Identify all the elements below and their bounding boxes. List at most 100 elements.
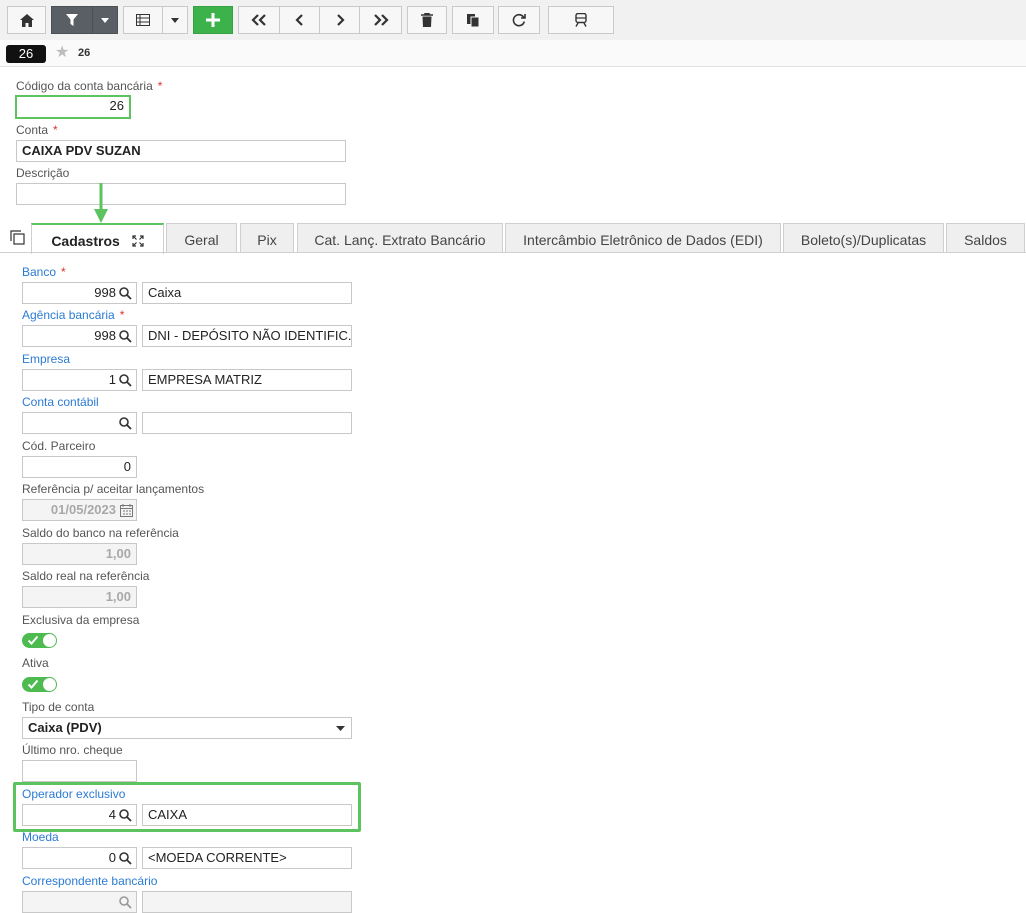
tab-geral[interactable]: Geral xyxy=(166,223,237,253)
first-record-button[interactable] xyxy=(238,6,280,34)
tab-divider xyxy=(0,252,1026,253)
search-icon[interactable] xyxy=(119,287,132,300)
favorite-count: 26 xyxy=(78,47,91,59)
empresa-name-field[interactable]: EMPRESA MATRIZ xyxy=(142,369,352,391)
tipo-conta-label: Tipo de conta xyxy=(22,700,95,714)
ativa-label: Ativa xyxy=(22,656,49,670)
descricao-field[interactable] xyxy=(16,183,346,205)
banco-code-field[interactable]: 998 xyxy=(22,282,137,304)
search-icon[interactable] xyxy=(119,852,132,865)
filter-icon xyxy=(66,14,78,26)
trash-icon xyxy=(421,13,433,27)
tab-cadastros[interactable]: Cadastros xyxy=(31,223,164,254)
check-icon xyxy=(27,679,39,689)
correspondente-name-field xyxy=(142,891,352,913)
caret-down-icon xyxy=(336,726,345,731)
caret-down-icon xyxy=(171,17,179,23)
conta-contabil-name-field[interactable] xyxy=(142,412,352,434)
conta-contabil-code-field[interactable] xyxy=(22,412,137,434)
toggle-knob xyxy=(43,634,56,647)
grid-icon xyxy=(136,14,150,26)
search-icon[interactable] xyxy=(119,809,132,822)
operador-name-field[interactable]: CAIXA xyxy=(142,804,352,826)
refresh-icon xyxy=(512,13,526,27)
caret-down-icon xyxy=(101,17,109,23)
moeda-label[interactable]: Moeda xyxy=(22,830,59,844)
next-record-button[interactable] xyxy=(319,6,360,34)
descricao-label: Descrição xyxy=(16,166,70,180)
referencia-date-field: 01/05/2023 xyxy=(22,499,137,521)
record-bar xyxy=(0,40,1026,67)
saldo-real-label: Saldo real na referência xyxy=(22,569,150,583)
filter-button[interactable] xyxy=(51,6,93,34)
cod-parceiro-field[interactable]: 0 xyxy=(22,456,137,478)
double-chevron-right-icon xyxy=(373,14,389,26)
toggle-knob xyxy=(43,678,56,691)
grid-dropdown-button[interactable] xyxy=(162,6,188,34)
refresh-button[interactable] xyxy=(498,6,540,34)
star-icon[interactable]: ★ xyxy=(55,44,69,62)
filter-dropdown-button[interactable] xyxy=(92,6,118,34)
annotation-arrow-icon xyxy=(94,183,108,223)
delete-button[interactable] xyxy=(407,6,447,34)
search-icon[interactable] xyxy=(119,330,132,343)
agencia-name-field[interactable]: DNI - DEPÓSITO NÃO IDENTIFIC. xyxy=(142,325,352,347)
home-icon xyxy=(19,13,34,27)
saldo-banco-field: 1,00 xyxy=(22,543,137,565)
codigo-field[interactable]: 26 xyxy=(15,95,131,119)
correspondente-code-field xyxy=(22,891,137,913)
banco-name-field[interactable]: Caixa xyxy=(142,282,352,304)
moeda-name-field[interactable]: <MOEDA CORRENTE> xyxy=(142,847,352,869)
tab-bar: Cadastros Geral Pix Cat. Lanç. Extrato B… xyxy=(0,223,1026,254)
duplicate-button[interactable] xyxy=(452,6,494,34)
agencia-label[interactable]: Agência bancária * xyxy=(22,308,124,322)
tab-pix[interactable]: Pix xyxy=(240,223,294,253)
tab-saldos[interactable]: Saldos xyxy=(946,223,1025,253)
agencia-code-field[interactable]: 998 xyxy=(22,325,137,347)
expand-icon[interactable] xyxy=(132,235,144,247)
empresa-label[interactable]: Empresa xyxy=(22,352,70,366)
previous-record-button[interactable] xyxy=(279,6,320,34)
exclusiva-toggle[interactable] xyxy=(22,633,57,648)
ativa-toggle[interactable] xyxy=(22,677,57,692)
empresa-code-field[interactable]: 1 xyxy=(22,369,137,391)
conta-field[interactable]: CAIXA PDV SUZAN xyxy=(16,140,346,162)
search-icon[interactable] xyxy=(119,417,132,430)
banco-label[interactable]: Banco * xyxy=(22,265,66,279)
grid-view-button[interactable] xyxy=(123,6,163,34)
chevron-right-icon xyxy=(336,14,345,26)
calendar-icon[interactable] xyxy=(120,504,133,517)
operador-label[interactable]: Operador exclusivo xyxy=(22,787,125,801)
ultimo-cheque-label: Último nro. cheque xyxy=(22,743,123,757)
exclusiva-label: Exclusiva da empresa xyxy=(22,613,140,627)
last-record-button[interactable] xyxy=(359,6,402,34)
more-actions-button[interactable] xyxy=(548,6,614,34)
plus-icon xyxy=(206,13,220,27)
moeda-code-field[interactable]: 0 xyxy=(22,847,137,869)
operador-code-field[interactable]: 4 xyxy=(22,804,137,826)
saldo-real-field: 1,00 xyxy=(22,586,137,608)
tipo-conta-select[interactable]: Caixa (PDV) xyxy=(22,717,352,739)
copy-icon xyxy=(467,14,480,27)
chevron-left-icon xyxy=(294,14,303,26)
cod-parceiro-label: Cód. Parceiro xyxy=(22,439,96,453)
tab-boletos-duplicatas[interactable]: Boleto(s)/Duplicatas xyxy=(783,223,944,253)
copy-tab-icon[interactable] xyxy=(10,230,25,245)
ultimo-cheque-field[interactable] xyxy=(22,760,137,782)
correspondente-label[interactable]: Correspondente bancário xyxy=(22,874,157,888)
search-icon[interactable] xyxy=(119,374,132,387)
add-record-button[interactable] xyxy=(193,6,233,34)
saldo-banco-label: Saldo do banco na referência xyxy=(22,526,179,540)
codigo-label: Código da conta bancária * xyxy=(16,79,163,93)
double-chevron-left-icon xyxy=(251,14,266,26)
home-button[interactable] xyxy=(7,6,46,34)
tab-edi[interactable]: Intercâmbio Eletrônico de Dados (EDI) xyxy=(505,223,781,253)
tab-cat-lanc-extrato[interactable]: Cat. Lanç. Extrato Bancário xyxy=(297,223,503,253)
referencia-label: Referência p/ aceitar lançamentos xyxy=(22,482,205,496)
search-icon xyxy=(119,896,132,909)
check-icon xyxy=(27,635,39,645)
conta-contabil-label[interactable]: Conta contábil xyxy=(22,395,99,409)
conta-label: Conta * xyxy=(16,123,58,137)
train-icon xyxy=(575,13,587,27)
toolbar xyxy=(0,0,1026,41)
